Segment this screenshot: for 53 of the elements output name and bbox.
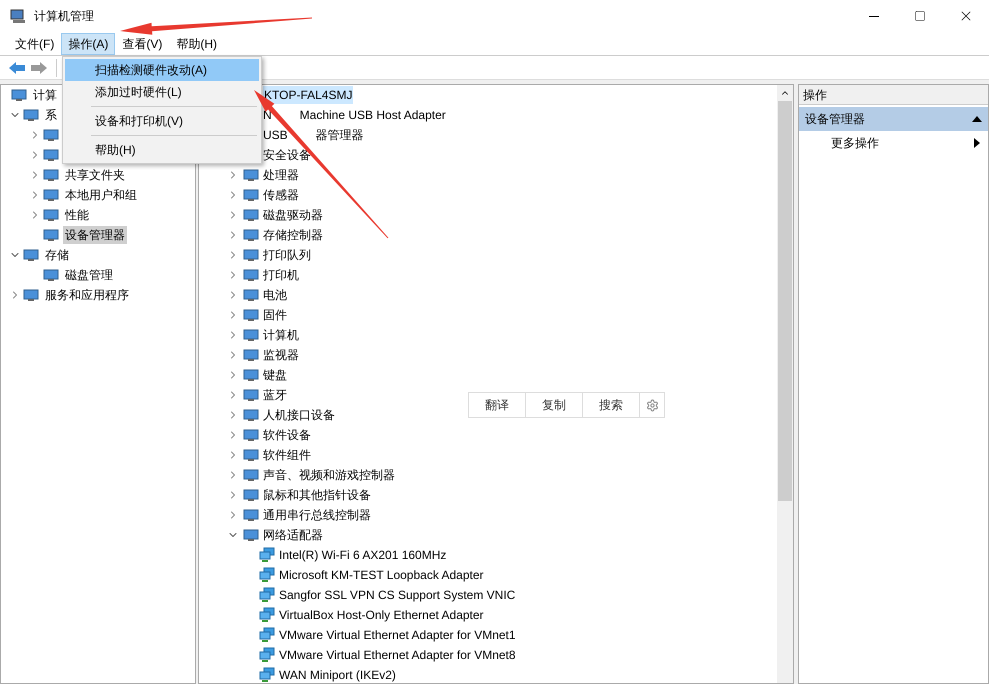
tree-item[interactable]: 传感器 — [263, 186, 299, 204]
tree-item[interactable]: VMware Virtual Ethernet Adapter for VMnet8 — [279, 646, 516, 664]
menu-option[interactable]: 扫描检测硬件改动(A) — [65, 59, 259, 81]
action-item[interactable]: 更多操作 — [799, 131, 988, 155]
window-title: 计算机管理 — [34, 8, 94, 25]
tree-item[interactable]: 计算机 — [263, 326, 299, 344]
tree-item[interactable]: 监视器 — [263, 346, 299, 364]
tree-item[interactable]: 磁盘驱动器 — [263, 206, 323, 224]
tree-item[interactable]: 处理器 — [263, 166, 299, 184]
menu-item[interactable]: 查看(V) — [115, 32, 170, 54]
tree-item[interactable]: KTOP-FAL4SMJ — [263, 86, 354, 104]
tree-item[interactable]: 固件 — [263, 306, 287, 324]
tree-item-text: Machine USB Host Adapter — [300, 107, 446, 124]
tree-item[interactable]: 声音、视频和游戏控制器 — [263, 466, 395, 484]
tree-item[interactable]: 网络适配器 — [263, 526, 323, 544]
tree-item[interactable]: VirtualBox Host-Only Ethernet Adapter — [279, 606, 484, 624]
tree-item-text: N — [263, 107, 272, 124]
tree-item-text: USB — [263, 127, 288, 144]
tree-item[interactable]: 键盘 — [263, 366, 287, 384]
tree-item[interactable]: 安全设备 — [263, 146, 311, 164]
tree-item[interactable]: 性能 — [63, 206, 91, 224]
menu-item[interactable]: 帮助(H) — [169, 32, 224, 54]
tree-item[interactable]: 设备管理器 — [63, 226, 127, 244]
tree-item[interactable]: 鼠标和其他指针设备 — [263, 486, 371, 504]
menu-option[interactable]: 添加过时硬件(L) — [65, 81, 259, 103]
tree-item[interactable]: 软件组件 — [263, 446, 311, 464]
tree-item[interactable]: WAN Miniport (IKEv2) — [279, 666, 396, 683]
tree-item[interactable]: 存储控制器 — [263, 226, 323, 244]
tree-item[interactable]: 共享文件夹 — [63, 166, 127, 184]
tree-item[interactable]: Intel(R) Wi-Fi 6 AX201 160MHz — [279, 546, 446, 564]
pane-header: 操作 — [799, 85, 988, 105]
menu-option[interactable]: 设备和打印机(V) — [65, 110, 259, 132]
tree-item[interactable]: VMware Virtual Ethernet Adapter for VMnet1 — [279, 626, 516, 644]
tree-item[interactable]: 人机接口设备 — [263, 406, 335, 424]
popup-button[interactable]: 翻译 — [469, 393, 526, 417]
tree-item-text: 器管理器 — [316, 127, 364, 144]
menu-option[interactable]: 帮助(H) — [65, 139, 259, 161]
tree-item[interactable]: 打印机 — [263, 266, 299, 284]
tree-item[interactable]: 通用串行总线控制器 — [263, 506, 371, 524]
tree-item[interactable]: Sangfor SSL VPN CS Support System VNIC — [279, 586, 516, 604]
popup-button[interactable]: 复制 — [526, 393, 583, 417]
tree-item[interactable]: 软件设备 — [263, 426, 311, 444]
menu-item[interactable]: 操作(A) — [61, 32, 116, 54]
tree-item[interactable]: Microsoft KM-TEST Loopback Adapter — [279, 566, 484, 584]
menu-item[interactable]: 文件(F) — [8, 32, 62, 54]
tree-item[interactable]: 电池 — [263, 286, 287, 304]
tree-item[interactable]: 存储 — [43, 246, 71, 264]
tree-item[interactable]: 打印队列 — [263, 246, 311, 264]
tree-item[interactable]: 计算 — [31, 86, 59, 104]
tree-item[interactable]: 蓝牙 — [263, 386, 287, 404]
tree-item[interactable]: 服务和应用程序 — [43, 286, 131, 304]
section-header[interactable]: 设备管理器 — [799, 107, 988, 131]
popup-button[interactable]: 搜索 — [583, 393, 640, 417]
